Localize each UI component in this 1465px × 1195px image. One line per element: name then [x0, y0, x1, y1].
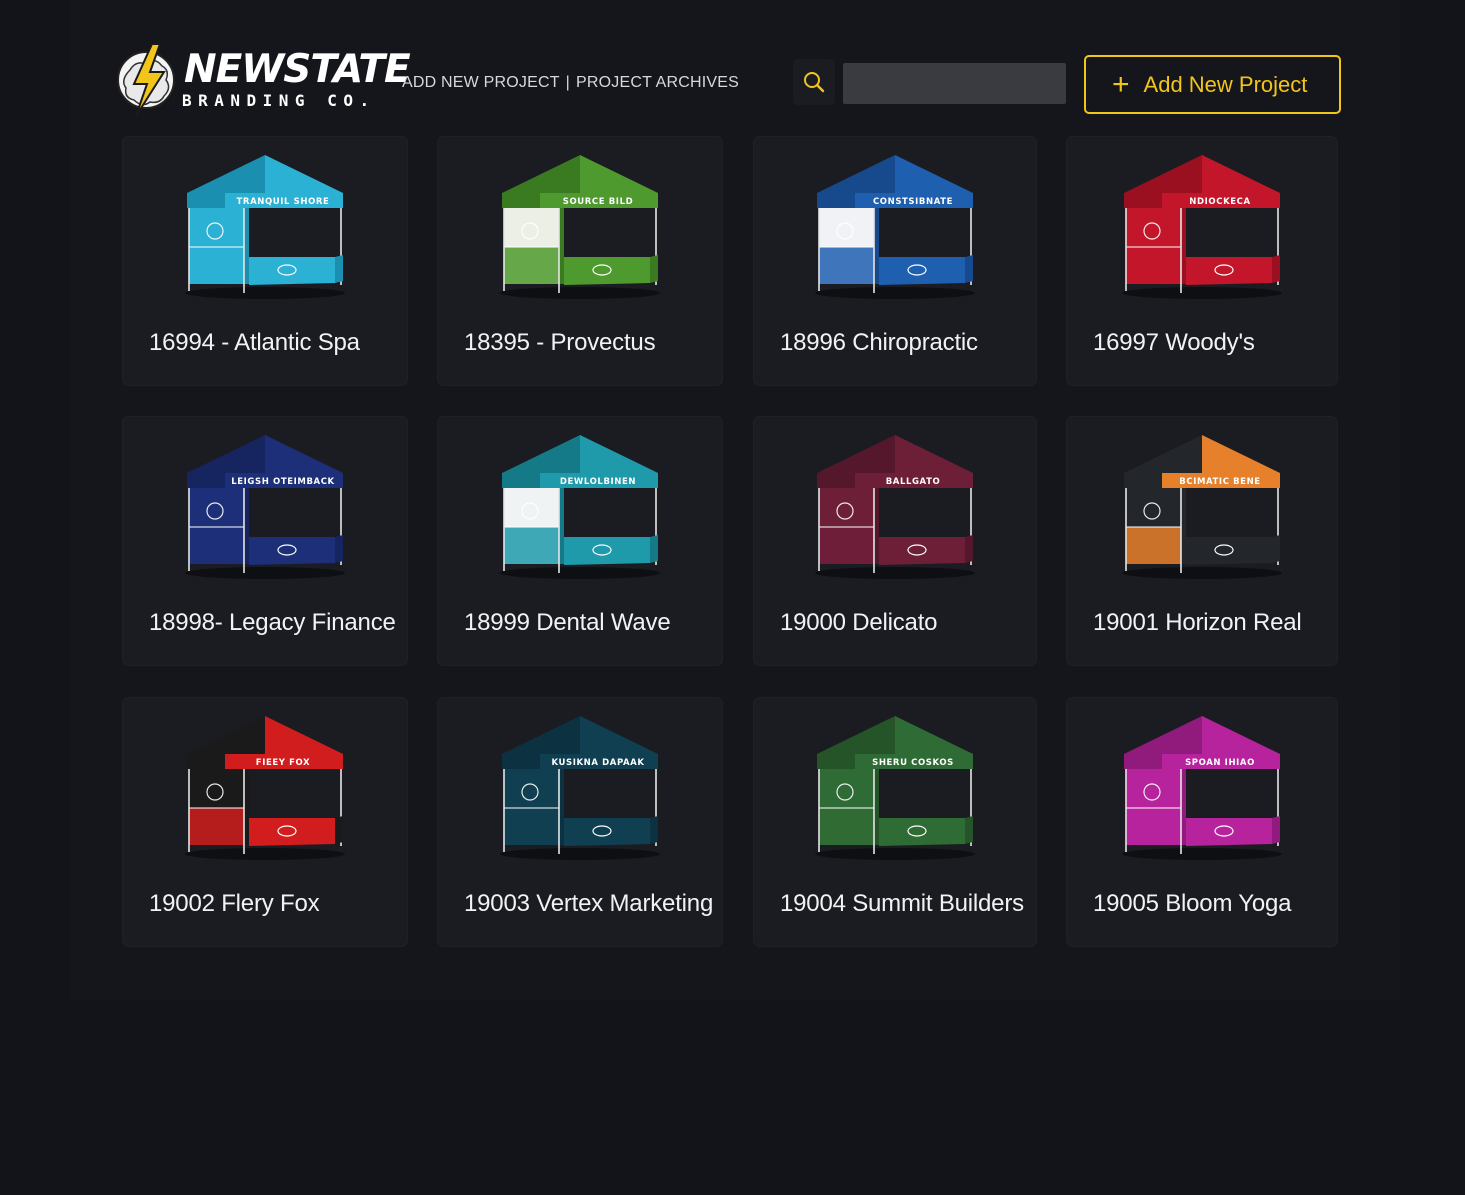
project-card-label: 19002 Flery Fox [149, 890, 320, 917]
tent-mockup-image: BALLGATO [815, 435, 975, 579]
svg-text:BCIMATIC BENE: BCIMATIC BENE [1179, 477, 1260, 487]
project-card[interactable]: TRANQUIL SHORE 16994 - Atlantic Spa [123, 137, 407, 385]
project-card[interactable]: BALLGATO 19000 Delicato [754, 417, 1036, 665]
tent-mockup-image: LEIGSH OTEIMBACK [185, 435, 345, 579]
project-card-label: 16997 Woody's [1093, 329, 1255, 356]
top-nav: ADD NEW PROJECT | PROJECT ARCHIVES [402, 74, 739, 92]
tent-mockup-image: KUSIKNA DAPAAK [500, 716, 660, 860]
header: NEWSTATE BRANDING CO. ADD NEW PROJECT | PR… [0, 0, 1465, 130]
tent-mockup-image: DEWLOLBINEN [500, 435, 660, 579]
svg-text:KUSIKNA DAPAAK: KUSIKNA DAPAAK [551, 758, 644, 768]
project-card[interactable]: SPOAN IHIAO 19005 Bloom Yoga [1067, 698, 1337, 946]
tent-mockup-image: TRANQUIL SHORE [185, 155, 345, 299]
svg-text:FIEEY FOX: FIEEY FOX [256, 758, 310, 768]
project-card-label: 18999 Dental Wave [464, 609, 671, 636]
project-card-label: 16994 - Atlantic Spa [149, 329, 360, 356]
svg-text:NDIOCKECA: NDIOCKECA [1189, 197, 1250, 207]
project-card[interactable]: FIEEY FOX 19002 Flery Fox [123, 698, 407, 946]
project-card[interactable]: LEIGSH OTEIMBACK 18998- Legacy Finance [123, 417, 407, 665]
nav-separator: | [565, 74, 571, 91]
add-new-project-button[interactable]: + Add New Project [1084, 55, 1341, 114]
project-card[interactable]: DEWLOLBINEN 18999 Dental Wave [438, 417, 722, 665]
project-card-label: 18998- Legacy Finance [149, 609, 396, 636]
nav-project-archives-link[interactable]: PROJECT ARCHIVES [576, 74, 739, 92]
project-card-label: 19005 Bloom Yoga [1093, 890, 1292, 917]
project-card-label: 19000 Delicato [780, 609, 938, 636]
plus-icon: + [1112, 67, 1130, 101]
logo[interactable]: NEWSTATE BRANDING CO. [116, 40, 411, 118]
tent-mockup-image: FIEEY FOX [185, 716, 345, 860]
svg-text:SOURCE BILD: SOURCE BILD [563, 197, 634, 207]
search-input[interactable] [843, 63, 1066, 104]
svg-text:SPOAN IHIAO: SPOAN IHIAO [1185, 758, 1255, 768]
project-card-label: 19001 Horizon Real [1093, 609, 1302, 636]
tent-mockup-image: SHERU COSKOS [815, 716, 975, 860]
nav-add-new-project-link[interactable]: ADD NEW PROJECT [402, 74, 560, 92]
svg-text:TRANQUIL SHORE: TRANQUIL SHORE [237, 197, 330, 207]
project-card[interactable]: CONSTSIBNATE 18996 Chiropractic [754, 137, 1036, 385]
project-card[interactable]: KUSIKNA DAPAAK 19003 Vertex Marketing [438, 698, 722, 946]
logo-wordmark: NEWSTATE [184, 47, 411, 92]
search-icon [804, 72, 825, 93]
project-card-label: 19003 Vertex Marketing [464, 890, 714, 917]
project-card[interactable]: BCIMATIC BENE 19001 Horizon Real [1067, 417, 1337, 665]
search-button[interactable] [793, 59, 835, 105]
svg-text:DEWLOLBINEN: DEWLOLBINEN [560, 477, 636, 487]
tent-mockup-image: CONSTSIBNATE [815, 155, 975, 299]
project-card[interactable]: SOURCE BILD 18395 - Provectus [438, 137, 722, 385]
project-card-label: 18395 - Provectus [464, 329, 656, 356]
svg-text:LEIGSH OTEIMBACK: LEIGSH OTEIMBACK [231, 477, 335, 487]
project-card[interactable]: SHERU COSKOS 19004 Summit Builders [754, 698, 1036, 946]
tent-mockup-image: SPOAN IHIAO [1122, 716, 1282, 860]
add-new-project-label: Add New Project [1143, 71, 1308, 97]
project-card[interactable]: NDIOCKECA 16997 Woody's [1067, 137, 1337, 385]
svg-text:SHERU COSKOS: SHERU COSKOS [872, 758, 954, 768]
project-card-label: 18996 Chiropractic [780, 329, 978, 356]
tent-mockup-image: SOURCE BILD [500, 155, 660, 299]
svg-text:CONSTSIBNATE: CONSTSIBNATE [873, 197, 953, 207]
logo-subtitle: BRANDING CO. [182, 91, 376, 110]
tent-mockup-image: NDIOCKECA [1122, 155, 1282, 299]
svg-text:BALLGATO: BALLGATO [886, 477, 941, 487]
project-card-label: 19004 Summit Builders [780, 890, 1024, 917]
lightning-bolt-icon [117, 43, 175, 117]
tent-mockup-image: BCIMATIC BENE [1122, 435, 1282, 579]
